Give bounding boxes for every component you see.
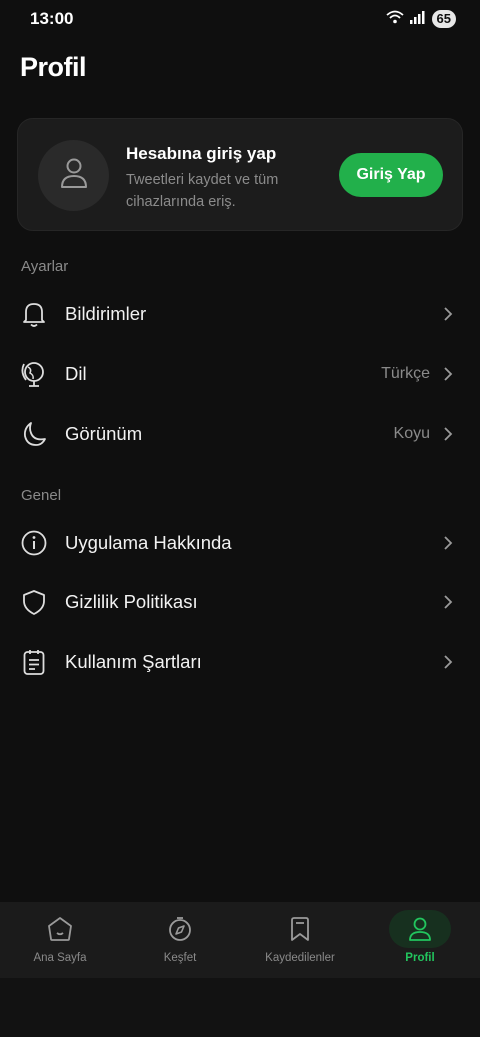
appearance-value: Koyu [393,425,430,442]
system-nav-area [0,978,480,1037]
signal-icon [409,10,426,29]
general-item-terms[interactable]: Kullanım Şartları [0,634,480,690]
settings-item-notifications[interactable]: Bildirimler [0,286,480,342]
settings-item-appearance[interactable]: Görünüm Koyu [0,406,480,462]
chevron-right-icon [442,594,454,610]
bottom-nav: Ana Sayfa Keşfet Kaydedilenler Profil [0,902,480,978]
general-item-label: Gizlilik Politikası [65,591,198,612]
nav-label: Profil [405,952,435,964]
nav-label: Keşfet [163,952,197,964]
compass-icon [149,910,211,948]
general-item-label: Kullanım Şartları [65,651,202,672]
status-bar: 13:00 65 [0,0,480,38]
home-icon [29,910,91,948]
login-button[interactable]: Giriş Yap [339,153,443,197]
nav-item-profile[interactable]: Profil [360,902,480,978]
settings-item-label: Dil [65,363,87,384]
login-title: Hesabına giriş yap [126,144,277,163]
nav-item-explore[interactable]: Keşfet [120,902,240,978]
nav-label: Kaydedilenler [265,952,335,964]
document-icon [20,648,48,676]
info-icon [20,529,48,557]
page-title: Profil [20,52,87,82]
login-card: Hesabına giriş yap Tweetleri kaydet ve t… [17,118,463,231]
user-icon [59,157,89,194]
moon-icon [20,420,48,448]
general-item-about[interactable]: Uygulama Hakkında [0,515,480,571]
settings-item-language[interactable]: Dil Türkçe [0,346,480,402]
chevron-right-icon [442,654,454,670]
section-label-settings: Ayarlar [21,258,69,275]
bell-icon [20,300,48,328]
chevron-right-icon [442,366,454,382]
status-time: 13:00 [30,9,74,28]
login-subtitle: Tweetleri kaydet ve tüm cihazlarında eri… [126,172,279,210]
battery-indicator: 65 [431,10,456,28]
chevron-right-icon [442,426,454,442]
globe-icon [20,360,48,388]
user-icon [389,910,451,948]
bookmark-icon [269,910,331,948]
nav-item-saved[interactable]: Kaydedilenler [240,902,360,978]
settings-item-label: Görünüm [65,423,143,444]
nav-item-home[interactable]: Ana Sayfa [0,902,120,978]
general-item-label: Uygulama Hakkında [65,532,232,553]
chevron-right-icon [442,306,454,322]
avatar [38,140,109,211]
wifi-icon [385,10,404,29]
settings-item-label: Bildirimler [65,303,147,324]
shield-icon [20,588,48,616]
section-label-general: Genel [21,487,62,504]
status-icons: 65 [385,10,456,29]
general-item-privacy[interactable]: Gizlilik Politikası [0,574,480,630]
chevron-right-icon [442,535,454,551]
language-value: Türkçe [381,365,430,382]
nav-label: Ana Sayfa [33,952,87,964]
